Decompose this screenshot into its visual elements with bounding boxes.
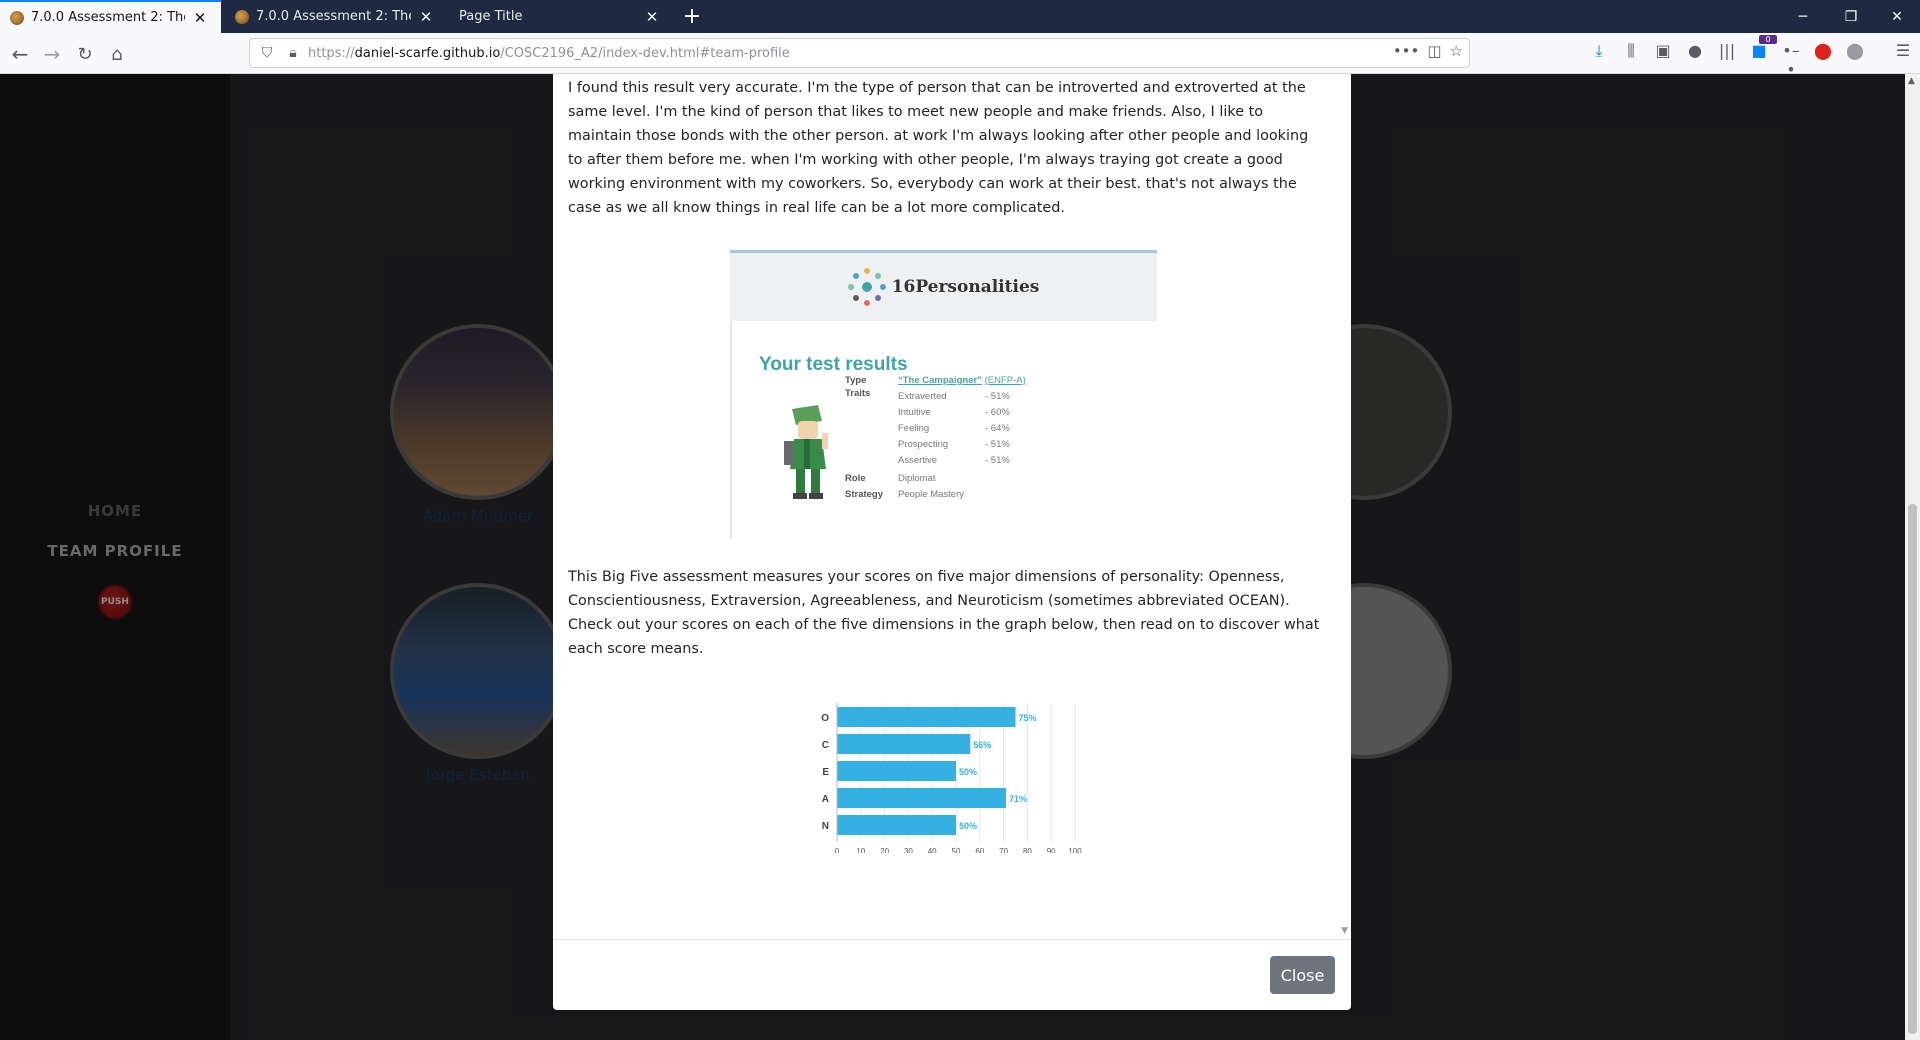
star-icon[interactable]: ☆ [1450,42,1463,60]
url-path: /COSC2196_A2/index-dev.html#team-profile [500,45,790,61]
trait-name: Assertive [898,455,938,466]
big-five-paragraph: This Big Five assessment measures your s… [568,569,1320,657]
home-icon[interactable]: ⌂ [102,39,132,69]
x-tick-label: 80 [1023,847,1032,853]
browser-tab-1[interactable]: 7.0.0 Assessment 2: The Fightin ✕ [0,0,221,33]
back-icon[interactable]: ← [5,39,35,69]
x-tick-label: 0 [835,847,840,853]
close-button[interactable]: Close [1270,956,1335,994]
new-tab-button[interactable]: + [678,0,706,33]
type-link[interactable]: “The Campaigner” [898,375,982,386]
bar [837,734,971,754]
favicon-icon [235,9,249,24]
x-tick-label: 10 [856,847,865,853]
bar [837,707,1016,727]
window-close-icon[interactable]: ✕ [1874,0,1920,33]
data-label: 50% [959,821,977,831]
intro-paragraph: I found this result very accurate. I'm t… [568,80,1309,216]
personalities-logo-icon [847,268,886,306]
x-tick-label: 100 [1068,847,1082,853]
test-results-title: Your test results [759,354,908,375]
tab-label: Page Title [459,9,523,24]
more-icon[interactable]: ••• [1393,42,1420,60]
personality-result-card: 16Personalities Your test results Type “… [730,250,1157,539]
lock-icon[interactable]: 🔒︎ [284,45,302,61]
role-label: Role [845,473,866,484]
personalities-brand: 16Personalities [891,277,1040,297]
role-value: Diplomat [898,473,936,484]
trait-value: - 60% [985,407,1010,418]
type-code[interactable]: (ENFP-A) [985,375,1026,386]
strategy-value: People Mastery [898,489,965,500]
shield-icon[interactable]: ⛉ [258,45,276,61]
x-tick-label: 30 [904,847,913,853]
card-divider [730,321,732,539]
x-tick-label: 20 [880,847,889,853]
tab-close-icon[interactable]: ✕ [417,8,435,26]
data-label: 56% [973,740,991,750]
traits-label: Traits [845,388,871,399]
data-label: 75% [1019,713,1037,723]
trait-value: - 51% [985,391,1010,402]
x-tick-label: 60 [975,847,984,853]
data-label: 71% [1009,794,1027,804]
minimize-icon[interactable]: ─ [1780,0,1826,33]
trait-value: - 51% [985,439,1010,450]
x-tick-label: 40 [928,847,937,853]
tab-close-icon[interactable]: ✕ [643,8,661,26]
scroll-up-icon[interactable]: ▲ [1908,76,1915,86]
modal-footer: Close [553,939,1351,1010]
data-label: 50% [959,767,977,777]
trait-name: Feeling [898,423,930,434]
navigation-toolbar: ← → ↻ ⌂ ⛉ 🔒︎ https://daniel-scarfe.githu… [0,33,1920,79]
page: HOME TEAM PROFILE PUSH Adam Mutimer Jorg… [0,74,1905,1040]
reload-icon[interactable]: ↻ [70,39,100,69]
bar [837,815,956,835]
browser-tab-3[interactable]: Page Title ✕ [449,0,673,33]
trait-value: - 64% [985,423,1010,434]
trait-value: - 51% [985,455,1010,466]
category-label: C [822,740,829,751]
address-bar[interactable]: ⛉ 🔒︎ https://daniel-scarfe.github.io/COS… [249,38,1470,68]
category-label: O [821,713,829,724]
category-label: N [822,821,829,832]
scroll-down-icon[interactable]: ▼ [1341,926,1348,936]
x-tick-label: 70 [999,847,1008,853]
ocean-bar-chart: 0 10 20 30 40 50 60 70 80 90 100 O 75% C 56% E 50% A 71% N 5… [821,703,1082,853]
x-tick-label: 50 [952,847,961,853]
modal-scrollbar[interactable]: ▼ [1335,74,1351,939]
extension-badge: 0 [1759,35,1777,44]
personality-header: 16Personalities [730,253,1157,321]
category-label: E [822,767,829,778]
bar [837,761,956,781]
category-label: A [822,794,829,805]
modal-body: I found this result very accurate. I'm t… [553,74,1335,939]
url-host: daniel-scarfe.github.io [354,45,501,61]
url-protocol: https:// [308,45,355,61]
page-scrollbar[interactable]: ▲ [1905,74,1920,1040]
forward-icon[interactable]: → [37,39,67,69]
tab-label: 7.0.0 Assessment 2: The Fightin [31,10,185,25]
tab-close-icon[interactable]: ✕ [191,9,209,27]
restore-icon[interactable]: ❐ [1828,0,1874,33]
bar [837,788,1006,808]
campaigner-figure-icon [784,405,828,499]
x-tick-label: 90 [1047,847,1056,853]
scrollbar-thumb[interactable] [1908,504,1917,1034]
pocket-icon[interactable]: ◫ [1427,42,1441,60]
trait-name: Extraverted [898,391,947,402]
trait-name: Intuitive [898,407,931,418]
team-member-modal: I found this result very accurate. I'm t… [553,74,1351,1010]
strategy-label: Strategy [845,489,884,500]
results-table: Type “The Campaigner” (ENFP-A) Traits Ex… [845,375,1145,515]
browser-tab-2[interactable]: 7.0.0 Assessment 2: The Fightin ✕ [225,0,447,33]
type-label: Type [845,375,867,386]
url-text[interactable]: https://daniel-scarfe.github.io/COSC2196… [308,46,790,61]
trait-name: Prospecting [898,439,949,450]
tab-label: 7.0.0 Assessment 2: The Fightin [256,9,411,24]
tab-strip: 7.0.0 Assessment 2: The Fightin ✕ 7.0.0 … [0,0,1920,33]
favicon-icon [10,10,24,25]
